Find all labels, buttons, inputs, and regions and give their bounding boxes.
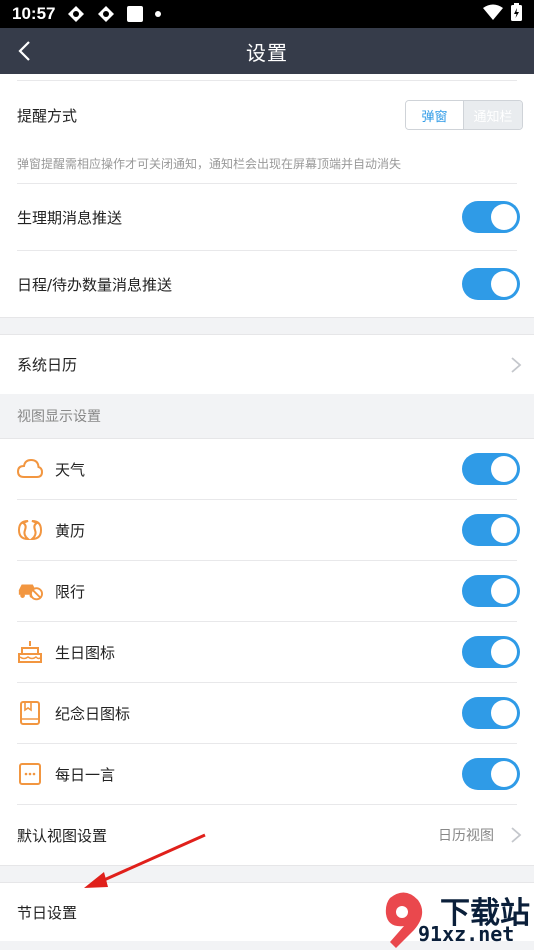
schedule-count-notification-toggle[interactable] <box>462 268 520 300</box>
daily-quote-toggle[interactable] <box>462 758 520 790</box>
square-notification-icon <box>127 6 144 22</box>
back-button[interactable] <box>12 38 36 64</box>
period-notification-row[interactable]: 生理期消息推送 <box>0 184 534 250</box>
app-bar: 设置 <box>0 28 534 74</box>
anniversary-icon-label: 纪念日图标 <box>55 704 131 723</box>
almanac-row[interactable]: 黄历 <box>0 500 534 560</box>
chevron-right-icon <box>511 356 522 373</box>
weather-row[interactable]: 天气 <box>0 439 534 499</box>
default-view-value: 日历视图 <box>438 828 494 844</box>
period-notification-toggle[interactable] <box>462 201 520 233</box>
weather-label: 天气 <box>55 460 86 479</box>
birthday-icon-label: 生日图标 <box>55 643 116 662</box>
settings-list: 提醒方式 弹窗 通知栏 弹窗提醒需相应操作才可关闭通知，通知栏会出现在屏幕顶端并… <box>0 74 534 941</box>
reminder-mode-label: 提醒方式 <box>17 106 78 125</box>
status-bar: 10:57 <box>0 0 534 28</box>
almanac-label: 黄历 <box>55 521 86 540</box>
schedule-count-notification-label: 日程/待办数量消息推送 <box>17 275 173 294</box>
anniversary-icon-row[interactable]: 纪念日图标 <box>0 683 534 743</box>
almanac-icon <box>17 517 43 543</box>
status-time: 10:57 <box>12 4 56 23</box>
reminder-hint: 弹窗提醒需相应操作才可关闭通知，通知栏会出现在屏幕顶端并自动消失 <box>17 156 402 171</box>
chevron-left-icon <box>18 41 30 61</box>
default-view-row[interactable]: 默认视图设置 日历视图 <box>0 805 534 865</box>
wifi-icon <box>483 4 503 25</box>
chevron-right-icon <box>511 827 522 843</box>
traffic-restriction-toggle[interactable] <box>462 575 520 607</box>
battery-icon <box>511 2 522 26</box>
quote-icon <box>17 761 43 787</box>
birthday-icon-toggle[interactable] <box>462 636 520 668</box>
period-notification-label: 生理期消息推送 <box>17 208 123 227</box>
popup-option[interactable]: 弹窗 <box>406 101 464 129</box>
anniversary-icon-toggle[interactable] <box>462 697 520 729</box>
birthday-icon-row[interactable]: 生日图标 <box>0 622 534 682</box>
daily-quote-label: 每日一言 <box>55 765 116 784</box>
reminder-mode-segmented-control[interactable]: 弹窗 通知栏 <box>405 100 523 130</box>
view-settings-card: 天气 黄历 限行 生日图标 纪念日图标 每日一言 默认视图设置 日历视图 <box>0 438 534 865</box>
default-view-label: 默认视图设置 <box>17 826 108 845</box>
traffic-restriction-label: 限行 <box>55 582 86 601</box>
anniversary-book-icon <box>17 700 43 726</box>
reminder-mode-row: 提醒方式 弹窗 通知栏 <box>0 81 534 149</box>
app-notification-icon-2 <box>97 5 115 23</box>
system-calendar-card: 系统日历 <box>0 335 534 394</box>
dot-icon <box>155 11 162 17</box>
daily-quote-row[interactable]: 每日一言 <box>0 744 534 804</box>
traffic-restriction-row[interactable]: 限行 <box>0 561 534 621</box>
watermark-url: 91xz.net <box>418 922 515 946</box>
cloud-icon <box>17 456 43 482</box>
cake-icon <box>17 639 43 665</box>
view-settings-header: 视图显示设置 <box>0 394 534 438</box>
weather-toggle[interactable] <box>462 453 520 485</box>
system-calendar-label: 系统日历 <box>17 356 78 374</box>
notification-bar-option[interactable]: 通知栏 <box>464 101 522 129</box>
schedule-count-notification-row[interactable]: 日程/待办数量消息推送 <box>0 251 534 317</box>
holiday-settings-label: 节日设置 <box>17 903 78 922</box>
system-calendar-row[interactable]: 系统日历 <box>0 335 534 394</box>
app-notification-icon <box>67 5 85 23</box>
car-restriction-icon <box>17 578 43 604</box>
site-watermark: 下载站 91xz.net <box>380 888 530 950</box>
reminder-card: 提醒方式 弹窗 通知栏 弹窗提醒需相应操作才可关闭通知，通知栏会出现在屏幕顶端并… <box>0 74 534 317</box>
almanac-toggle[interactable] <box>462 514 520 546</box>
page-title: 设置 <box>246 40 288 65</box>
